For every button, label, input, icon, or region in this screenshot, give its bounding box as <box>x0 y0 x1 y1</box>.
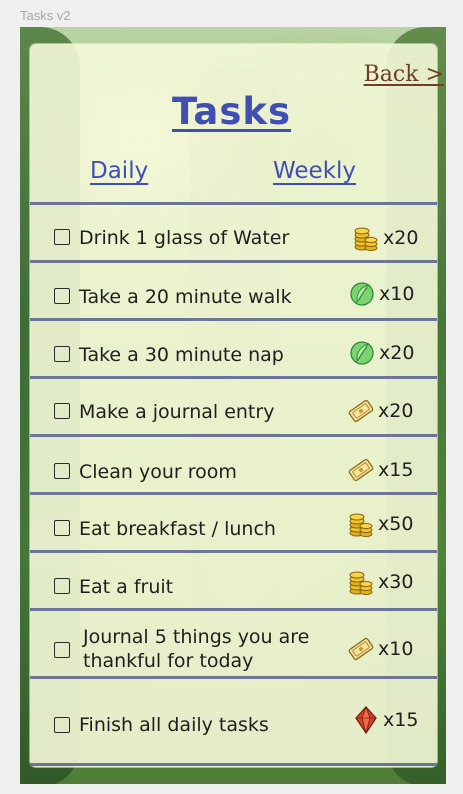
task-checkbox[interactable] <box>54 520 70 536</box>
coins-icon <box>349 513 373 538</box>
task-label: Finish all daily tasks <box>79 714 269 736</box>
ticket-icon <box>348 458 374 482</box>
reward-quantity: x15 <box>383 709 419 731</box>
page-title: Tasks <box>171 90 292 133</box>
reward-quantity: x10 <box>378 638 414 660</box>
task-reward: x15 <box>353 706 418 734</box>
task-checkbox[interactable] <box>54 642 70 658</box>
reward-quantity: x10 <box>379 283 415 305</box>
reward-quantity: x50 <box>378 513 414 535</box>
tab-daily[interactable]: Daily <box>90 158 148 184</box>
task-checkbox[interactable] <box>54 229 70 245</box>
task-row: Make a journal entry x20 <box>30 376 437 434</box>
window-title: Tasks v2 <box>20 8 71 23</box>
task-checkbox[interactable] <box>54 578 70 594</box>
task-row: Take a 30 minute nap x20 <box>30 318 437 376</box>
reward-quantity: x20 <box>379 342 415 364</box>
task-checkbox[interactable] <box>54 717 70 733</box>
back-link[interactable]: Back > <box>364 62 444 87</box>
reward-quantity: x15 <box>378 459 414 481</box>
task-row: Journal 5 things you are thankful for to… <box>30 608 437 676</box>
task-row: Take a 20 minute walk x10 <box>30 260 437 318</box>
task-label: Journal 5 things you are thankful for to… <box>83 625 309 673</box>
task-row: Drink 1 glass of Water x20 <box>30 202 437 260</box>
tab-weekly[interactable]: Weekly <box>273 158 356 184</box>
task-row: Finish all daily tasks x15 <box>30 676 437 766</box>
task-row: Eat breakfast / lunch x50 <box>30 492 437 550</box>
task-reward: x50 <box>348 510 413 538</box>
task-reward: x30 <box>348 568 413 596</box>
task-reward: x10 <box>348 635 413 663</box>
task-row: Eat a fruit x30 <box>30 550 437 608</box>
task-reward: x20 <box>348 397 413 425</box>
ticket-icon <box>348 637 374 661</box>
task-label: Clean your room <box>79 461 237 483</box>
leaf-icon <box>350 341 374 365</box>
reward-quantity: x20 <box>383 227 419 249</box>
task-label: Take a 30 minute nap <box>79 344 284 366</box>
leaf-icon <box>350 282 374 306</box>
task-reward: x20 <box>353 224 418 252</box>
task-label: Drink 1 glass of Water <box>79 227 290 249</box>
coins-icon <box>354 227 378 252</box>
reward-quantity: x30 <box>378 571 414 593</box>
task-label-line: thankful for today <box>83 650 254 672</box>
task-checkbox[interactable] <box>54 346 70 362</box>
task-reward: x10 <box>349 280 414 308</box>
task-row: Clean your room x15 <box>30 434 437 492</box>
ticket-icon <box>348 399 374 423</box>
task-label: Make a journal entry <box>79 401 275 423</box>
task-checkbox[interactable] <box>54 288 70 304</box>
task-checkbox[interactable] <box>54 463 70 479</box>
task-checkbox[interactable] <box>54 403 70 419</box>
task-reward: x20 <box>349 339 414 367</box>
gem-icon <box>355 706 377 734</box>
task-label: Eat a fruit <box>79 576 174 598</box>
coins-icon <box>349 571 373 596</box>
task-label: Take a 20 minute walk <box>79 286 292 308</box>
reward-quantity: x20 <box>378 400 414 422</box>
task-reward: x15 <box>348 456 413 484</box>
task-label: Eat breakfast / lunch <box>79 518 276 540</box>
task-label-line: Journal 5 things you are <box>83 626 310 648</box>
